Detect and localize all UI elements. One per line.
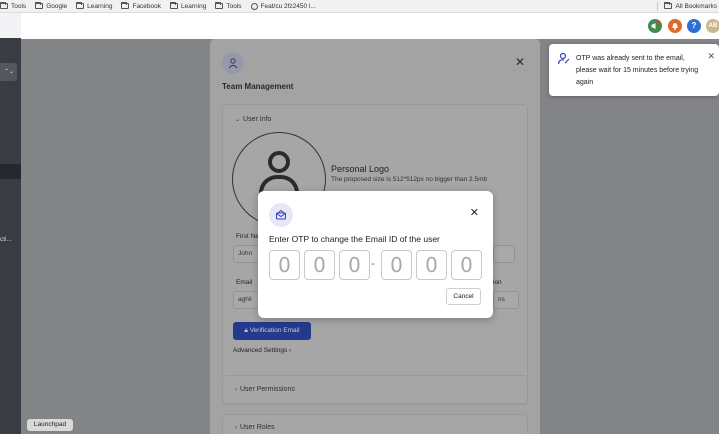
verification-label: Verification Email — [249, 327, 300, 334]
folder-icon — [35, 2, 44, 9]
chevron-down-icon: ⌄ — [235, 117, 241, 123]
first-name-label: First Na — [236, 233, 259, 240]
bell-icon[interactable] — [668, 19, 682, 33]
toast-notification: OTP was already sent to the email, pleas… — [549, 44, 719, 96]
otp-modal: ✕ Enter OTP to change the Email ID of th… — [258, 191, 493, 318]
folder-icon — [215, 2, 224, 9]
divider — [657, 1, 659, 11]
lock-icon: 🔒︎ — [244, 327, 248, 334]
personal-logo-hint: The proposed size is 512*512px no bigger… — [331, 176, 488, 183]
otp-digit-input[interactable]: 0 — [416, 250, 447, 280]
otp-digit-input[interactable]: 0 — [381, 250, 412, 280]
bookmark-learning-2[interactable]: Learning — [170, 2, 207, 10]
bookmark-tools[interactable]: Tools — [0, 2, 27, 10]
user-icon — [222, 52, 244, 74]
help-icon[interactable]: ? — [687, 19, 701, 33]
folder-icon — [121, 2, 130, 9]
bookmark-learning[interactable]: Learning — [76, 2, 113, 10]
bookmark-label: Feat/cu 2fz2450 l... — [260, 2, 316, 10]
toast-message: OTP was already sent to the email, pleas… — [576, 55, 699, 86]
bookmark-google[interactable]: Google — [35, 2, 68, 10]
sidebar-item-label[interactable]: cti... — [0, 236, 12, 243]
folder-icon — [0, 2, 8, 9]
user-roles-toggle[interactable]: › User Roles — [235, 424, 275, 431]
bookmark-label: Facebook — [132, 2, 162, 10]
modal-title: Enter OTP to change the Email ID of the … — [269, 234, 440, 244]
bookmark-facebook[interactable]: Facebook — [121, 2, 162, 10]
bookmark-label: Google — [46, 2, 68, 10]
verification-email-button[interactable]: 🔒︎ Verification Email — [233, 322, 311, 340]
page-title: Team Management — [222, 82, 294, 91]
bookmark-label: Tools — [226, 2, 242, 10]
email-label: Email — [236, 279, 253, 286]
otp-separator: - — [371, 256, 375, 270]
sidebar: ⌃⌄ cti... — [0, 13, 21, 434]
bookmark-label: Learning — [87, 2, 113, 10]
user-info-toggle[interactable]: ⌄ User Info — [235, 116, 271, 123]
section-label: User Roles — [240, 424, 275, 431]
user-send-icon — [557, 52, 570, 65]
section-label: User Info — [243, 116, 272, 123]
folder-icon — [76, 2, 85, 9]
otp-digit-input[interactable]: 0 — [339, 250, 370, 280]
chevron-right-icon: › — [289, 347, 292, 354]
close-icon[interactable]: ✕ — [470, 208, 479, 219]
advanced-settings-link[interactable]: Advanced Settings › — [233, 347, 291, 354]
app-topbar: ? AB — [21, 13, 719, 39]
advanced-settings-label: Advanced Settings — [233, 347, 288, 354]
all-bookmarks[interactable]: All Bookmarks — [664, 2, 717, 10]
close-icon[interactable]: ✕ — [515, 56, 525, 68]
otp-digit-input[interactable]: 0 — [269, 250, 300, 280]
otp-digit-input[interactable]: 0 — [451, 250, 482, 280]
right-field-label: ion — [493, 279, 502, 286]
megaphone-icon[interactable] — [648, 19, 662, 33]
all-bookmarks-label: All Bookmarks — [675, 2, 717, 10]
bookmark-label: Learning — [181, 2, 207, 10]
folder-icon — [664, 2, 673, 9]
launchpad-tooltip: Launchpad — [27, 419, 73, 431]
sidebar-header — [0, 13, 21, 38]
user-avatar[interactable]: AB — [706, 19, 719, 33]
chevron-right-icon: › — [235, 425, 237, 431]
sidebar-item-active[interactable] — [0, 164, 21, 179]
folder-icon — [170, 2, 179, 9]
otp-digit-input[interactable]: 0 — [304, 250, 335, 280]
user-permissions-toggle[interactable]: › User Permissions — [235, 386, 295, 393]
bookmark-tools-2[interactable]: Tools — [215, 2, 242, 10]
personal-logo-title: Personal Logo — [331, 164, 390, 174]
bookmark-label: Tools — [11, 2, 27, 10]
chevron-right-icon: › — [235, 387, 237, 393]
workspace-select[interactable]: ⌃⌄ — [0, 63, 17, 81]
bookmark-feat[interactable]: Feat/cu 2fz2450 l... — [250, 2, 316, 10]
globe-icon — [250, 2, 258, 10]
close-icon[interactable]: ✕ — [707, 51, 715, 62]
user-permissions-section[interactable]: › User Permissions — [222, 375, 528, 404]
section-label: User Permissions — [240, 386, 295, 393]
right-field-input[interactable]: ns — [493, 291, 519, 309]
user-roles-section[interactable]: › User Roles — [222, 414, 528, 434]
mail-icon — [269, 203, 293, 227]
bookmarks-bar: Tools Google Learning Facebook Learning … — [0, 0, 719, 13]
cancel-button[interactable]: Cancel — [446, 288, 481, 305]
last-name-input[interactable] — [493, 245, 515, 263]
avatar-head-icon — [268, 151, 290, 173]
